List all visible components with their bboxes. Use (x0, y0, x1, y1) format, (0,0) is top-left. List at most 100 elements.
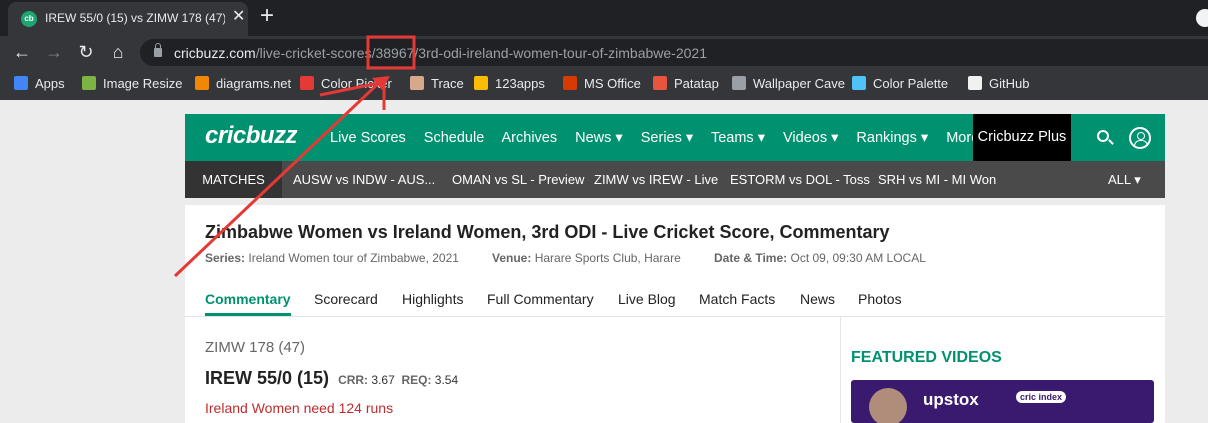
tab-news[interactable]: News (800, 291, 835, 307)
nav-rankings[interactable]: Rankings ▾ (856, 130, 928, 146)
featured-videos-panel: FEATURED VIDEOS upstox cric index (840, 317, 1165, 423)
bookmark-patatap[interactable]: Patatap (653, 76, 719, 91)
all-matches-dropdown[interactable]: ALL ▾ (1108, 172, 1141, 188)
github-icon (968, 76, 982, 90)
trace-icon (410, 76, 424, 90)
profile-icon[interactable] (1196, 9, 1208, 27)
series-info: Series: Ireland Women tour of Zimbabwe, … (205, 251, 459, 265)
browser-toolbar: ← → ↻ ⌂ cricbuzz.com/live-cricket-scores… (0, 36, 1208, 68)
bookmark-label: diagrams.net (216, 76, 292, 91)
bookmark-label: Trace (431, 76, 464, 91)
match-link[interactable]: SRH vs MI - MI Won (878, 172, 996, 187)
palette-icon (852, 76, 866, 90)
nav-series[interactable]: Series ▾ (641, 130, 693, 146)
nav-live-scores[interactable]: Live Scores (330, 130, 406, 146)
tab-full-commentary[interactable]: Full Commentary (487, 291, 594, 307)
office-icon (563, 76, 577, 90)
search-icon[interactable] (1097, 130, 1109, 142)
crr-value: 3.67 (371, 373, 395, 387)
user-account-icon[interactable] (1129, 127, 1151, 149)
nav-videos[interactable]: Videos ▾ (783, 130, 838, 146)
bookmark-github[interactable]: GitHub (968, 76, 1029, 91)
series-link[interactable]: Ireland Women tour of Zimbabwe, 2021 (248, 251, 459, 265)
browser-tab[interactable]: cb IREW 55/0 (15) vs ZIMW 178 (47) ✕ (8, 2, 248, 36)
tab-highlights[interactable]: Highlights (402, 291, 463, 307)
url-domain: cricbuzz.com (174, 45, 256, 61)
match-tabs: Commentary Scorecard Highlights Full Com… (185, 285, 1165, 317)
bookmark-ms-office[interactable]: MS Office (563, 76, 641, 91)
patatap-icon (653, 76, 667, 90)
bookmark-label: 123apps (495, 76, 545, 91)
browser-tab-strip: cb IREW 55/0 (15) vs ZIMW 178 (47) ✕ + (0, 0, 1208, 36)
tab-scorecard[interactable]: Scorecard (314, 291, 378, 307)
req-label: REQ: (401, 373, 432, 387)
lock-icon[interactable] (154, 43, 162, 57)
nav-news[interactable]: News ▾ (575, 130, 623, 146)
match-content: Zimbabwe Women vs Ireland Women, 3rd ODI… (185, 205, 1165, 423)
presenter-image (869, 388, 907, 423)
bookmark-diagrams-net[interactable]: diagrams.net (195, 76, 291, 91)
wallpaper-icon (732, 76, 746, 90)
main-nav: Live Scores Schedule Archives News ▾ Ser… (330, 130, 1005, 146)
bookmark-color-picker[interactable]: Color Picker (300, 76, 392, 91)
bookmark-trace[interactable]: Trace (410, 76, 464, 91)
video-thumbnail[interactable]: upstox cric index (851, 380, 1154, 423)
matches-bar: MATCHES AUSW vs INDW - AUS... OMAN vs SL… (185, 161, 1165, 198)
match-link[interactable]: ESTORM vs DOL - Toss (730, 172, 870, 187)
cricbuzz-logo[interactable]: cricbuzz (205, 122, 298, 150)
back-arrow-icon[interactable]: ← (10, 40, 34, 64)
match-status: Ireland Women need 124 runs (205, 400, 394, 416)
bookmark-label: GitHub (989, 76, 1030, 91)
apps123-icon (474, 76, 488, 90)
color-picker-icon (300, 76, 314, 90)
bookmarks-bar: Apps Image Resize diagrams.net Color Picker… (0, 68, 1208, 100)
image-resize-icon (82, 76, 96, 90)
nav-schedule[interactable]: Schedule (424, 130, 484, 146)
site-header: cricbuzz Live Scores Schedule Archives N… (185, 114, 1165, 161)
home-icon[interactable]: ⌂ (106, 40, 130, 64)
url-path: /live-cricket-scores/38967/3rd-odi-irela… (255, 45, 707, 61)
current-innings-score: IREW 55/0 (15) CRR: 3.67 REQ: 3.54 (205, 368, 458, 389)
req-value: 3.54 (434, 373, 459, 387)
bookmark-label: Image Resize (103, 76, 183, 91)
bookmark-image-resize[interactable]: Image Resize (82, 76, 182, 91)
current-score: IREW 55/0 (15) (205, 368, 330, 388)
video-brand: upstox (923, 390, 979, 409)
bookmark-color-palette[interactable]: Color Palette (852, 76, 948, 91)
reload-icon[interactable]: ↻ (74, 40, 98, 64)
new-tab-button[interactable]: + (260, 3, 274, 29)
bookmark-apps[interactable]: Apps (14, 76, 65, 91)
run-rates: CRR: 3.67 REQ: 3.54 (338, 373, 458, 387)
venue-link[interactable]: Harare Sports Club, Harare (535, 251, 681, 265)
page-title: Zimbabwe Women vs Ireland Women, 3rd ODI… (205, 222, 890, 242)
bookmark-label: MS Office (584, 76, 641, 91)
match-link[interactable]: AUSW vs INDW - AUS... (293, 172, 435, 187)
tab-title: IREW 55/0 (15) vs ZIMW 178 (47) (45, 11, 225, 25)
datetime-info: Date & Time: Oct 09, 09:30 AM LOCAL (714, 251, 926, 265)
venue-info: Venue: Harare Sports Club, Harare (492, 251, 681, 265)
bookmark-label: Color Palette (873, 76, 949, 91)
address-bar[interactable]: cricbuzz.com/live-cricket-scores/38967/3… (140, 39, 1208, 66)
series-label: Series: (205, 251, 246, 265)
datetime-label: Date & Time: (714, 251, 788, 265)
forward-arrow-icon[interactable]: → (42, 40, 66, 64)
nav-teams[interactable]: Teams ▾ (711, 130, 765, 146)
video-badge: cric index (1016, 391, 1067, 403)
url-text[interactable]: cricbuzz.com/live-cricket-scores/38967/3… (174, 45, 707, 61)
tab-commentary[interactable]: Commentary (205, 291, 291, 316)
first-innings-score: ZIMW 178 (47) (205, 339, 306, 356)
bookmark-123apps[interactable]: 123apps (474, 76, 545, 91)
nav-archives[interactable]: Archives (502, 130, 558, 146)
matches-label[interactable]: MATCHES (185, 161, 282, 198)
tab-match-facts[interactable]: Match Facts (699, 291, 775, 307)
cricbuzz-plus-button[interactable]: Cricbuzz Plus (973, 114, 1071, 161)
bookmark-wallpaper-cave[interactable]: Wallpaper Cave (732, 76, 845, 91)
match-link[interactable]: ZIMW vs IREW - Live (594, 172, 718, 187)
featured-videos-heading: FEATURED VIDEOS (851, 349, 1002, 366)
cricbuzz-favicon-icon: cb (21, 11, 37, 27)
match-link[interactable]: OMAN vs SL - Preview (452, 172, 584, 187)
tab-live-blog[interactable]: Live Blog (618, 291, 676, 307)
datetime-value: Oct 09, 09:30 AM LOCAL (790, 251, 926, 265)
tab-photos[interactable]: Photos (858, 291, 902, 307)
close-tab-icon[interactable]: ✕ (232, 9, 245, 25)
